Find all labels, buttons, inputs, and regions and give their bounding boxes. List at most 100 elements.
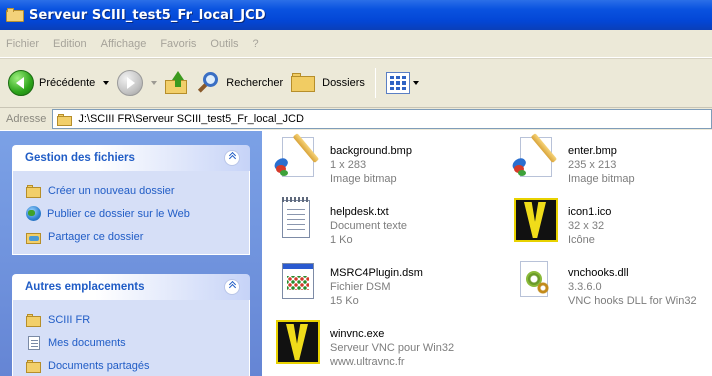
file-item[interactable]: winvnc.exe Serveur VNC pour Win32 www.ul… [272, 318, 454, 369]
toolbar: Précédente Rechercher Dossiers [0, 58, 712, 108]
other-places-panel: Autres emplacements SCIII FR Mes documen… [12, 274, 250, 376]
place-label[interactable]: SCIII FR [48, 314, 90, 326]
file-detail: Image bitmap [568, 173, 635, 185]
file-item[interactable]: background.bmp 1 x 283 Image bitmap [272, 133, 412, 186]
search-button[interactable]: Rechercher [193, 64, 287, 102]
address-bar: Adresse J:\SCIII FR\Serveur SCIII_test5_… [0, 108, 712, 130]
back-button[interactable]: Précédente [4, 64, 113, 102]
search-label: Rechercher [226, 77, 284, 89]
task-label[interactable]: Partager ce dossier [48, 231, 143, 243]
vnc-icon [272, 318, 322, 368]
window-title: Serveur SCIII_test5_Fr_local_JCD [29, 7, 266, 23]
file-detail: www.ultravnc.fr [330, 356, 405, 368]
menu-fichier[interactable]: Fichier [6, 38, 39, 50]
file-detail: 235 x 213 [568, 159, 617, 171]
notepad-icon [272, 196, 322, 246]
file-tasks-title: Gestion des fichiers [25, 152, 135, 164]
back-arrow-icon [8, 70, 34, 96]
documents-icon [26, 335, 42, 350]
title-bar[interactable]: Serveur SCIII_test5_Fr_local_JCD [0, 0, 712, 30]
toolbar-divider [374, 68, 376, 98]
menu-outils[interactable]: Outils [210, 38, 238, 50]
chevron-down-icon[interactable] [103, 81, 110, 85]
views-button[interactable] [382, 64, 423, 102]
file-detail: Fichier DSM [330, 281, 391, 293]
up-folder-icon [165, 71, 189, 95]
menu-affichage[interactable]: Affichage [101, 38, 147, 50]
file-item[interactable]: enter.bmp 235 x 213 Image bitmap [510, 133, 635, 186]
file-tasks-panel: Gestion des fichiers Créer un nouveau do… [12, 145, 250, 255]
forward-arrow-icon [117, 70, 144, 96]
back-label: Précédente [39, 77, 96, 89]
menu-edition[interactable]: Edition [53, 38, 87, 50]
chevron-down-icon[interactable] [412, 81, 419, 85]
file-name: winvnc.exe [330, 328, 385, 340]
place-shared-documents[interactable]: Documents partagés [26, 354, 239, 376]
dll-gears-icon [510, 257, 560, 307]
up-folder-button[interactable] [161, 64, 193, 102]
folders-label: Dossiers [322, 77, 365, 89]
paint-bitmap-icon [510, 133, 560, 185]
file-detail: Serveur VNC pour Win32 [330, 342, 455, 354]
file-detail: 32 x 32 [568, 220, 605, 232]
globe-icon [26, 206, 41, 221]
file-tasks-body: Créer un nouveau dossier Publier ce doss… [12, 171, 250, 255]
forward-button[interactable] [113, 64, 161, 102]
file-detail: 1 x 283 [330, 159, 367, 171]
vnc-icon [510, 196, 560, 246]
file-list: background.bmp 1 x 283 Image bitmap ente… [262, 131, 712, 376]
task-new-folder[interactable]: Créer un nouveau dossier [26, 179, 239, 202]
menu-help[interactable]: ? [253, 38, 259, 50]
file-name: icon1.ico [568, 206, 612, 218]
folders-button[interactable]: Dossiers [287, 64, 369, 102]
file-detail: 3.3.6.0 [568, 281, 602, 293]
file-item[interactable]: vnchooks.dll 3.3.6.0 VNC hooks DLL for W… [510, 257, 697, 308]
folder-icon [26, 313, 42, 327]
file-item[interactable]: icon1.ico 32 x 32 Icône [510, 196, 611, 247]
file-name: MSRC4Plugin.dsm [330, 267, 423, 279]
other-places-title: Autres emplacements [25, 281, 145, 293]
place-sciii-fr[interactable]: SCIII FR [26, 308, 239, 331]
file-detail: 1 Ko [330, 234, 353, 246]
other-places-body: SCIII FR Mes documents Documents partagé… [12, 300, 250, 376]
menu-favoris[interactable]: Favoris [160, 38, 196, 50]
shared-folder-icon [26, 359, 42, 373]
task-share-folder[interactable]: Partager ce dossier [26, 225, 239, 248]
task-pane: Gestion des fichiers Créer un nouveau do… [0, 131, 262, 376]
chevron-down-icon[interactable] [151, 81, 158, 85]
place-my-documents[interactable]: Mes documents [26, 331, 239, 354]
folders-icon [291, 72, 317, 94]
file-item[interactable]: helpdesk.txt Document texte 1 Ko [272, 196, 407, 247]
address-label: Adresse [6, 113, 47, 125]
file-detail: Icône [568, 234, 595, 246]
menu-bar: Fichier Edition Affichage Favoris Outils… [0, 30, 712, 58]
place-label[interactable]: Mes documents [48, 337, 126, 349]
file-name: vnchooks.dll [568, 267, 629, 279]
task-label[interactable]: Créer un nouveau dossier [48, 185, 175, 197]
file-detail: Document texte [330, 220, 408, 232]
dsm-file-icon [272, 257, 322, 307]
folder-icon [57, 113, 73, 126]
search-icon [197, 71, 221, 95]
file-tasks-header[interactable]: Gestion des fichiers [12, 145, 250, 171]
file-detail: VNC hooks DLL for Win32 [568, 295, 697, 307]
file-name: background.bmp [330, 145, 412, 157]
file-detail: Image bitmap [330, 173, 397, 185]
share-folder-icon [26, 230, 42, 244]
file-name: enter.bmp [568, 145, 617, 157]
new-folder-icon [26, 184, 42, 198]
address-value[interactable]: J:\SCIII FR\Serveur SCIII_test5_Fr_local… [78, 113, 304, 125]
folder-icon [6, 8, 24, 22]
task-label[interactable]: Publier ce dossier sur le Web [47, 208, 190, 220]
place-label[interactable]: Documents partagés [48, 360, 150, 372]
views-icon [385, 72, 410, 94]
other-places-header[interactable]: Autres emplacements [12, 274, 250, 300]
file-name: helpdesk.txt [330, 206, 389, 218]
task-publish-web[interactable]: Publier ce dossier sur le Web [26, 202, 239, 225]
file-item[interactable]: MSRC4Plugin.dsm Fichier DSM 15 Ko [272, 257, 423, 308]
address-field[interactable]: J:\SCIII FR\Serveur SCIII_test5_Fr_local… [52, 109, 712, 129]
collapse-chevron-icon[interactable] [224, 150, 240, 166]
file-detail: 15 Ko [330, 295, 359, 307]
collapse-chevron-icon[interactable] [224, 279, 240, 295]
paint-bitmap-icon [272, 133, 322, 185]
